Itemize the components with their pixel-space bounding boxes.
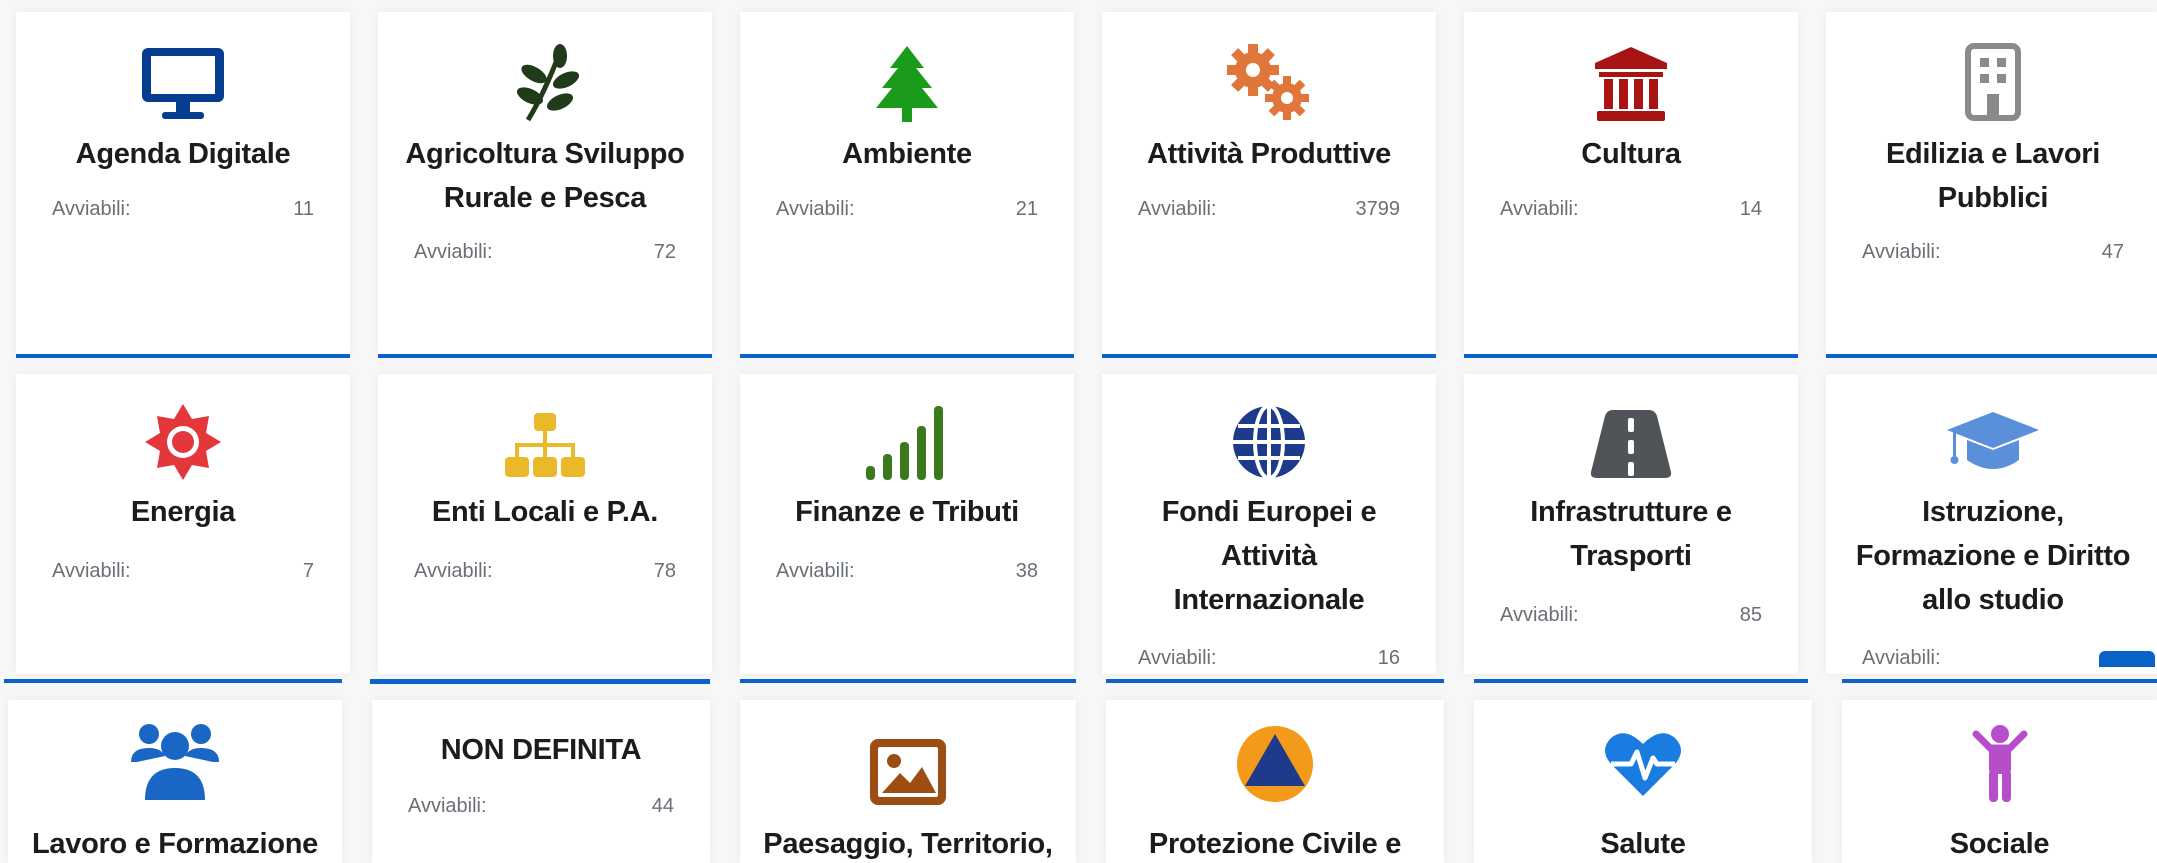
avviabili-row: Avviabili: 78 [414, 560, 676, 583]
sitemap-icon [497, 404, 593, 488]
avviabili-row: Avviabili: 38 [776, 560, 1038, 583]
avviabili-row: Avviabili: 47 [1862, 241, 2124, 264]
card-title: Ambiente [842, 138, 972, 170]
avviabili-row: Avviabili: [1862, 647, 2124, 670]
avviabili-row: Avviabili: 72 [414, 241, 676, 264]
sun-icon [135, 400, 231, 484]
card-sociale[interactable]: Sociale [1842, 700, 2157, 863]
card-energia[interactable]: Energia Avviabili: 7 [16, 374, 350, 674]
museum-icon [1583, 42, 1679, 126]
card-ambiente[interactable]: Ambiente Avviabili: 21 [740, 12, 1074, 356]
card-paesaggio[interactable]: Paesaggio, Territorio, [740, 700, 1076, 863]
avviabili-count: 72 [653, 241, 676, 263]
child-icon [1952, 722, 2048, 806]
users-icon [127, 720, 223, 804]
image-icon [860, 730, 956, 814]
avviabili-row: Avviabili: 85 [1500, 604, 1762, 627]
card-lavoro[interactable]: Lavoro e Formazione [8, 700, 342, 863]
monitor-icon [135, 42, 231, 126]
card-title: Lavoro e Formazione [32, 828, 318, 860]
card-title: Finanze e Tributi [795, 496, 1019, 528]
avviabili-label: Avviabili: [1138, 647, 1217, 669]
avviabili-row: Avviabili: 7 [52, 560, 314, 583]
gears-icon [1221, 40, 1317, 124]
card-title: Infrastrutture e Trasporti [1530, 496, 1732, 572]
avviabili-count: 7 [302, 560, 314, 582]
avviabili-count: 3799 [1355, 198, 1401, 220]
signal-bars-icon [859, 400, 955, 484]
avviabili-label: Avviabili: [776, 560, 855, 582]
card-title: Salute [1600, 828, 1686, 860]
card-agenda-digitale[interactable]: Agenda Digitale Avviabili: 11 [16, 12, 350, 356]
card-non-definita[interactable]: NON DEFINITA Avviabili: 44 [372, 700, 710, 863]
avviabili-label: Avviabili: [52, 198, 131, 220]
scroll-to-top-button[interactable] [2099, 651, 2155, 667]
avviabili-label: Avviabili: [1500, 198, 1579, 220]
avviabili-count: 11 [293, 198, 314, 220]
civil-protection-icon [1227, 722, 1323, 806]
card-title: Istruzione, Formazione e Diritto allo stud… [1855, 496, 2131, 616]
card-title: Paesaggio, Territorio, [763, 828, 1053, 860]
avviabili-label: Avviabili: [776, 198, 855, 220]
card-agricoltura[interactable]: Agricoltura Sviluppo Rurale e Pesca Avvia… [378, 12, 712, 356]
avviabili-label: Avviabili: [414, 241, 493, 263]
card-title: Sociale [1949, 828, 2050, 860]
card-title: Energia [130, 496, 236, 528]
card-title: NON DEFINITA [440, 734, 642, 766]
card-title: Edilizia e Lavori Pubblici [1885, 138, 2101, 214]
graduation-cap-icon [1945, 402, 2041, 486]
card-attivita-produttive[interactable]: Attività Produttive Avviabili: 3799 [1102, 12, 1436, 356]
card-istruzione[interactable]: Istruzione, Formazione e Diritto allo stud… [1826, 374, 2157, 674]
avviabili-label: Avviabili: [1862, 241, 1941, 263]
leaf-branch-icon [497, 42, 593, 126]
avviabili-label: Avviabili: [1500, 604, 1579, 626]
avviabili-label: Avviabili: [414, 560, 493, 582]
card-title: Protezione Civile e [1148, 828, 1402, 860]
heartbeat-icon [1595, 722, 1691, 806]
avviabili-count: 47 [2101, 241, 2124, 263]
card-edilizia[interactable]: Edilizia e Lavori Pubblici Avviabili: 47 [1826, 12, 2157, 356]
avviabili-label: Avviabili: [1138, 198, 1217, 220]
card-title: Enti Locali e P.A. [431, 496, 659, 528]
avviabili-count: 38 [1015, 560, 1038, 582]
card-fondi-europei[interactable]: Fondi Europei e Attività Internazionale Av… [1102, 374, 1436, 674]
avviabili-count: 14 [1739, 198, 1762, 220]
avviabili-row: Avviabili: 16 [1138, 647, 1400, 670]
card-title: Attività Produttive [1146, 138, 1392, 170]
card-title: Agricoltura Sviluppo Rurale e Pesca [405, 138, 685, 214]
avviabili-row: Avviabili: 44 [408, 795, 674, 818]
avviabili-count: 44 [651, 795, 674, 817]
card-enti-locali[interactable]: Enti Locali e P.A. Avviabili: 78 [378, 374, 712, 674]
card-title: Agenda Digitale [75, 138, 291, 170]
card-cultura[interactable]: Cultura Avviabili: 14 [1464, 12, 1798, 356]
card-title: Cultura [1581, 138, 1681, 170]
card-title: Fondi Europei e Attività Internazionale [1161, 496, 1377, 616]
avviabili-count: 21 [1015, 198, 1038, 220]
card-finanze[interactable]: Finanze e Tributi Avviabili: 38 [740, 374, 1074, 674]
avviabili-row: Avviabili: 21 [776, 198, 1038, 221]
avviabili-count: 78 [653, 560, 676, 582]
globe-icon [1221, 400, 1317, 484]
avviabili-label: Avviabili: [408, 795, 487, 817]
road-icon [1583, 402, 1679, 486]
building-icon [1945, 40, 2041, 124]
avviabili-label: Avviabili: [52, 560, 131, 582]
avviabili-row: Avviabili: 3799 [1138, 198, 1400, 221]
card-protezione-civile[interactable]: Protezione Civile e [1106, 700, 1444, 863]
card-salute[interactable]: Salute [1474, 700, 1812, 863]
avviabili-count: 85 [1739, 604, 1762, 626]
avviabili-count: 16 [1377, 647, 1400, 669]
avviabili-label: Avviabili: [1862, 647, 1941, 669]
avviabili-row: Avviabili: 11 [52, 198, 314, 221]
tree-icon [859, 42, 955, 126]
card-infrastrutture[interactable]: Infrastrutture e Trasporti Avviabili: 85 [1464, 374, 1798, 674]
avviabili-row: Avviabili: 14 [1500, 198, 1762, 221]
